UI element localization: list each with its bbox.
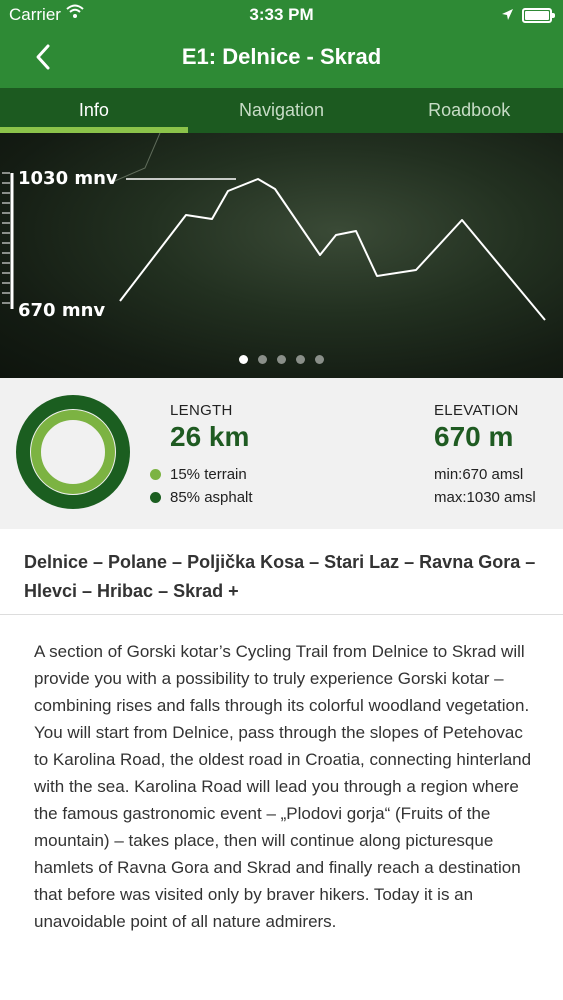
elevation-value: 670 m [434,421,514,452]
terrain-ring [31,410,115,494]
page-dot[interactable] [296,355,305,364]
route-stops: Delnice – Polane – Poljička Kosa – Stari… [24,552,536,601]
legend-terrain: 15% terrain [150,466,247,483]
location-arrow-icon [501,6,514,26]
elevation-profile-line [119,178,546,321]
page-title: E1: Delnice - Skrad [181,44,382,69]
elevation-scale [2,172,14,309]
max-elevation-label: 1030 mnv [18,168,118,189]
length-label: LENGTH [170,402,233,419]
divider [0,614,563,615]
page-dot[interactable] [277,355,286,364]
max-elevation: max:1030 amsl [434,489,536,506]
page-dot[interactable] [315,355,324,364]
surface-donut-chart [16,395,130,509]
status-bar: Carrier 3:33 PM [0,0,563,30]
min-elevation-label: 670 mnv [18,300,106,321]
tab-roadbook[interactable]: Roadbook [375,88,563,133]
page-indicator [0,351,563,369]
page-dot[interactable] [258,355,267,364]
legend-asphalt: 85% asphalt [150,489,253,506]
nav-header: Carrier 3:33 PM E1: Delnice - Skrad [0,0,563,88]
terrain-text: 15% terrain [170,466,247,483]
elevation-profile-carousel[interactable]: 1030 mnv 670 mnv [0,133,563,378]
clock-label: 3:33 PM [249,5,314,24]
min-elevation: min:670 amsl [434,466,524,483]
trail-stats-panel: LENGTH 26 km 15% terrain 85% asphalt ELE… [0,378,563,529]
elevation-label: ELEVATION [434,402,519,419]
asphalt-dot-icon [150,492,161,503]
page-dot[interactable] [239,355,248,364]
asphalt-text: 85% asphalt [170,489,253,506]
trail-description: A section of Gorski kotar’s Cycling Trai… [34,642,532,931]
tab-bar: Info Navigation Roadbook [0,88,563,133]
tab-info[interactable]: Info [0,88,188,133]
battery-icon [522,8,555,23]
tab-navigation[interactable]: Navigation [188,88,376,133]
terrain-dot-icon [150,469,161,480]
length-value: 26 km [170,421,250,452]
